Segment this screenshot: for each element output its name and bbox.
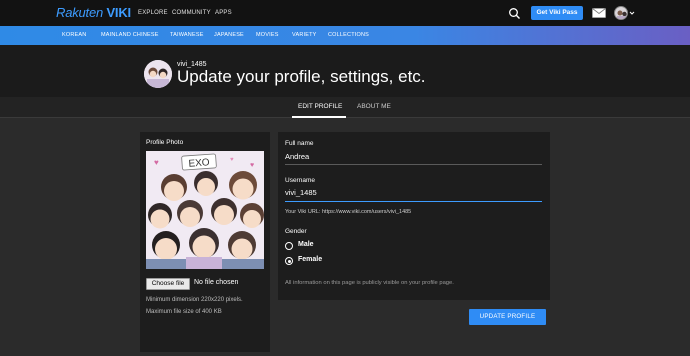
nav-apps[interactable]: APPS: [215, 10, 232, 16]
genre-collections[interactable]: COLLECTIONS: [328, 32, 369, 38]
profile-form-card: [278, 132, 550, 300]
get-viki-pass-button[interactable]: Get Viki Pass: [531, 6, 583, 20]
no-file-chosen-text: No file chosen: [194, 279, 239, 286]
genre-taiwanese[interactable]: TAIWANESE: [170, 32, 204, 38]
avatar-illustration: [144, 60, 172, 88]
gender-female-label[interactable]: Female: [298, 256, 322, 263]
gender-male-label[interactable]: Male: [298, 241, 314, 248]
gender-female-radio[interactable]: [285, 257, 293, 265]
nav-community[interactable]: COMMUNITY: [172, 10, 211, 16]
svg-text:♥: ♥: [154, 158, 159, 167]
chevron-down-icon[interactable]: [629, 10, 635, 16]
svg-text:♥: ♥: [230, 157, 234, 163]
username-underline: [285, 201, 542, 202]
update-profile-button[interactable]: UPDATE PROFILE: [469, 309, 546, 325]
artwork-sign-text: EXO: [188, 157, 210, 169]
profile-tabs: EDIT PROFILE ABOUT ME: [0, 97, 690, 118]
logo-name-text: VIKI: [106, 5, 131, 20]
username-input[interactable]: vivi_1485: [285, 188, 317, 197]
profile-photo-preview: EXO ♥ ♥ ♥: [146, 151, 264, 269]
photo-dimension-hint: Minimum dimension 220x220 pixels.: [146, 297, 243, 303]
svg-text:♥: ♥: [250, 162, 254, 169]
chibi-group-illustration: EXO ♥ ♥ ♥: [146, 151, 264, 269]
avatar-thumbnail: [617, 10, 627, 19]
genre-korean[interactable]: KOREAN: [62, 32, 86, 38]
genre-japanese[interactable]: JAPANESE: [214, 32, 244, 38]
top-navigation-bar: Rakuten VIKI EXPLORE COMMUNITY APPS Get …: [0, 0, 690, 26]
genre-movies[interactable]: MOVIES: [256, 32, 279, 38]
profile-photo-label: Profile Photo: [146, 139, 184, 146]
active-tab-indicator: [292, 116, 346, 118]
nav-explore[interactable]: EXPLORE: [138, 10, 168, 16]
username-label: Username: [285, 177, 315, 184]
mail-icon[interactable]: [592, 8, 606, 18]
genre-mainland-chinese[interactable]: MAINLAND CHINESE: [101, 32, 159, 38]
user-avatar-menu[interactable]: [614, 6, 628, 20]
profile-avatar: [144, 60, 172, 88]
fullname-label: Full name: [285, 140, 314, 147]
genre-variety[interactable]: VARIETY: [292, 32, 317, 38]
gender-male-radio[interactable]: [285, 242, 293, 250]
rakuten-viki-logo[interactable]: Rakuten VIKI: [56, 5, 131, 20]
search-icon[interactable]: [508, 7, 521, 20]
public-info-notice: All information on this page is publicly…: [285, 280, 454, 286]
gender-label: Gender: [285, 228, 307, 235]
tab-about-me[interactable]: ABOUT ME: [357, 103, 391, 110]
viki-url-text: Your Viki URL: https://www.viki.com/user…: [285, 209, 412, 215]
logo-brand-text: Rakuten: [56, 5, 104, 20]
page-title: Update your profile, settings, etc.: [177, 67, 426, 86]
genre-navigation-bar: KOREAN MAINLAND CHINESE TAIWANESE JAPANE…: [0, 26, 690, 45]
fullname-input[interactable]: Andrea: [285, 152, 309, 161]
photo-size-hint: Maximum file size of 400 KB: [146, 309, 222, 315]
tab-edit-profile[interactable]: EDIT PROFILE: [298, 103, 342, 110]
fullname-underline: [285, 164, 542, 165]
choose-file-button[interactable]: Choose file: [146, 278, 190, 290]
